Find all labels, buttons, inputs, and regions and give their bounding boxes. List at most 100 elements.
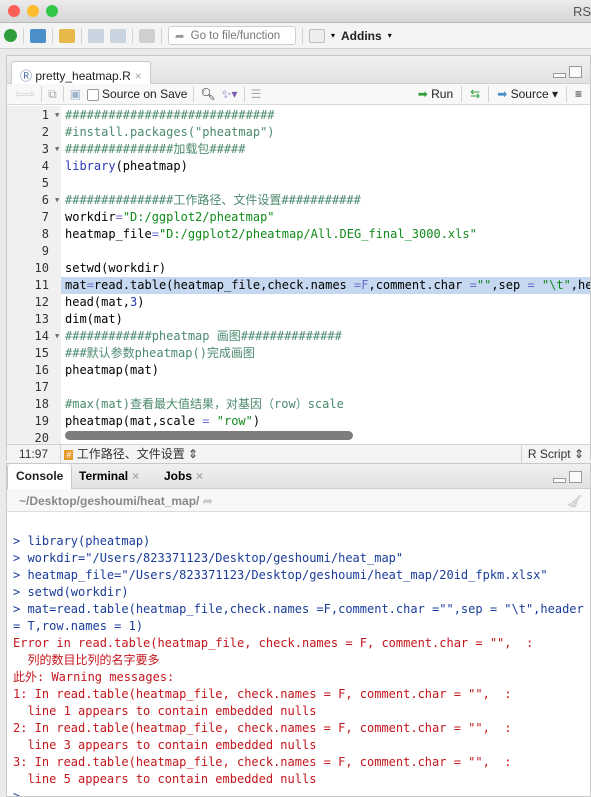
code-token: "\t" [534,278,571,292]
fold-arrow-icon[interactable]: ▼ [55,141,59,158]
line-number: 18 [34,397,49,411]
console-error-line: 此外: Warning messages: [13,670,175,684]
code-token: = [86,278,94,292]
file-type-selector[interactable]: R Script ⇕ [520,445,590,464]
code-line[interactable]: 9 [7,243,590,260]
code-line[interactable]: 8 heatmap_file="D:/ggplot2/pheatmap/All.D… [7,226,590,243]
tab-terminal[interactable]: Terminal × [79,469,139,483]
outline-icon[interactable]: ☰ [251,87,262,101]
zoom-window-button[interactable] [46,5,58,17]
editor-toolbar: ⇦⇨ ⧉ ▣ Source on Save 🔍︎ ✨︎▾ ☰ ➡ Run ⇆ ➡… [7,84,590,105]
code-line[interactable]: 1 ▼ ############################# [7,107,590,124]
back-forward-icon[interactable]: ⇦⇨ [15,87,35,101]
fold-arrow-icon[interactable]: ▼ [55,192,59,209]
code-token: read.table(heatmap_file,check.names [93,278,355,292]
tab-jobs[interactable]: Jobs × [164,469,203,483]
horizontal-scrollbar[interactable] [65,431,353,440]
code-editor[interactable]: 1 ▼ ############################# 2 #install… [7,106,590,444]
code-token: "row" [209,414,253,428]
new-file-icon[interactable] [4,29,17,42]
source-button[interactable]: ➡ Source ▾ [497,87,558,101]
code-line[interactable]: 2 #install.packages("pheatmap") [7,124,590,141]
code-line[interactable]: 18 #max(mat)查看最大值结果，对基因（row）scale [7,396,590,413]
code-token: ###############工作路径、文件设置########### [65,193,361,207]
minimize-pane-button[interactable] [553,478,566,483]
code-token: ############pheatmap 画图############## [65,329,342,343]
code-line[interactable]: 10 setwd(workdir) [7,260,590,277]
tab-console[interactable]: Console [7,464,73,489]
show-in-window-icon[interactable]: ⧉ [48,87,57,102]
clear-console-icon[interactable]: 🧹︎ [567,494,582,508]
run-button[interactable]: ➡ Run [418,87,453,101]
fold-arrow-icon[interactable]: ▼ [55,107,59,124]
code-line[interactable]: 19 pheatmap(mat,scale = "row") [7,413,590,430]
save-icon[interactable]: ▣ [70,87,81,101]
close-tab-icon[interactable]: × [135,69,142,83]
magic-wand-icon[interactable]: ✨︎▾ [222,87,238,102]
code-line[interactable]: 11 mat=read.table(heatmap_file,check.name… [7,277,590,294]
maximize-pane-button[interactable] [569,471,582,483]
new-project-icon[interactable] [30,28,46,43]
go-to-directory-icon[interactable]: ➦ [203,494,213,508]
console-error-line: 列的数目比列的名字要多 [13,653,160,667]
code-line[interactable]: 4 library(pheatmap) [7,158,590,175]
editor-pane: Ⓡ pretty_heatmap.R × ⇦⇨ ⧉ ▣ Source on Sav… [6,55,591,464]
cursor-position: 11:97 [7,445,61,464]
addins-menu[interactable]: Addins [341,29,382,43]
print-icon[interactable] [139,28,155,43]
console-line: > setwd(workdir) [13,585,129,599]
code-token: = [469,278,477,292]
console-error-line: Error in read.table(heatmap_file, check.… [13,636,534,650]
code-line[interactable]: 7 workdir="D:/ggplot2/pheatmap" [7,209,590,226]
line-number: 9 [41,244,49,258]
console-output[interactable]: > library(pheatmap) > workdir="/Users/823… [7,516,590,796]
source-on-save-checkbox[interactable]: Source on Save [87,87,187,101]
code-token: ,he [570,278,590,292]
code-token: #install.packages("pheatmap") [65,125,275,139]
code-line[interactable]: 3 ▼ ###############加载包##### [7,141,590,158]
code-token: =F [354,278,369,292]
rerun-icon[interactable]: ⇆ [470,87,480,101]
line-number: 16 [34,363,49,377]
console-error-line: 3: In read.table(heatmap_file, check.nam… [13,755,512,769]
section-navigator[interactable]: # 工作路径、文件设置 ⇕ [64,447,198,461]
open-file-icon[interactable] [59,28,75,43]
code-line[interactable]: 5 [7,175,590,192]
code-token: ###############加载包##### [65,142,246,156]
code-line[interactable]: 13 dim(mat) [7,311,590,328]
save-icon[interactable] [88,28,104,43]
working-directory: ~/Desktop/geshoumi/heat_map/ ➦ 🧹︎ [7,489,590,512]
minimize-pane-button[interactable] [553,73,566,78]
fold-arrow-icon[interactable]: ▼ [55,328,59,345]
minimize-window-button[interactable] [27,5,39,17]
grid-layout-icon[interactable] [309,28,325,43]
code-token: = [527,278,535,292]
save-all-icon[interactable] [110,28,126,43]
editor-status-bar: 11:97 # 工作路径、文件设置 ⇕ R Script ⇕ [7,444,590,464]
main-toolbar: ➦ Go to file/function ▾ Addins ▾ [0,23,591,49]
close-jobs-icon[interactable]: × [196,469,203,483]
search-icon[interactable]: 🔍︎ [200,87,215,101]
code-line[interactable]: 14 ▼ ############pheatmap 画图############## [7,328,590,345]
document-outline-icon[interactable]: ≡ [575,87,582,101]
code-token: setwd(workdir) [65,261,167,275]
console-line: > [13,789,21,796]
line-number: 4 [41,159,49,173]
code-line[interactable]: 12 head(mat,3) [7,294,590,311]
r-file-icon: Ⓡ [20,69,36,83]
close-terminal-icon[interactable]: × [132,469,139,483]
code-token: ) [137,295,145,309]
code-line[interactable]: 15 ###默认参数pheatmap()完成画图 [7,345,590,362]
tab-pretty-heatmap[interactable]: Ⓡ pretty_heatmap.R × [11,61,151,85]
code-line[interactable]: 6 ▼ ###############工作路径、文件设置########### [7,192,590,209]
code-token: pheatmap(mat) [65,363,159,377]
maximize-pane-button[interactable] [569,66,582,78]
close-window-button[interactable] [8,5,20,17]
line-number: 3 [41,142,49,156]
arrow-icon: ➦ [175,30,185,43]
code-line[interactable]: 17 [7,379,590,396]
code-token: "" [476,278,492,292]
code-line[interactable]: 16 pheatmap(mat) [7,362,590,379]
go-to-file-input[interactable]: ➦ Go to file/function [168,26,296,45]
code-token: dim(mat) [65,312,123,326]
